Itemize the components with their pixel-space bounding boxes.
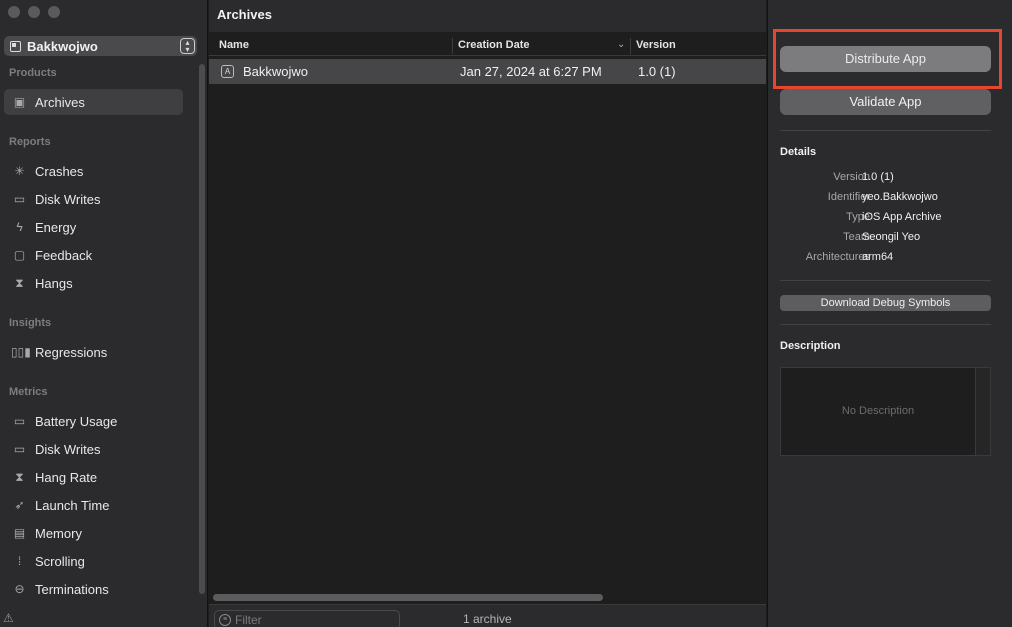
detail-value: yeo.Bakkwojwo	[862, 191, 938, 203]
divider	[780, 280, 991, 281]
sidebar-item-label: Disk Writes	[35, 441, 101, 457]
minimize-window-button[interactable]	[28, 6, 40, 18]
archives-pane: Archives Name Creation Date ⌄ Version A …	[209, 0, 766, 627]
row-creation-date: Jan 27, 2024 at 6:27 PM	[460, 64, 602, 79]
warning-icon[interactable]: ⚠	[3, 611, 14, 625]
inspector-pane: Distribute App Validate App Details Vers…	[767, 0, 1012, 627]
column-separator	[452, 38, 453, 54]
disk-icon: ▭	[13, 192, 26, 206]
sidebar-item-disk-writes-metric[interactable]: ▭ Disk Writes	[4, 436, 183, 462]
sidebar-item-label: Hangs	[35, 275, 73, 291]
sidebar-item-label: Feedback	[35, 247, 93, 263]
scroll-icon: ⁞	[17, 554, 22, 568]
sidebar-item-label: Energy	[35, 219, 77, 235]
sidebar-item-label: Launch Time	[35, 497, 110, 513]
detail-value: iOS App Archive	[862, 211, 942, 223]
bolt-icon: ϟ	[16, 220, 23, 234]
bottom-bar: ≡ Filter 1 archive	[209, 604, 766, 627]
row-name: Bakkwojwo	[243, 64, 309, 79]
details-title: Details	[780, 146, 817, 158]
speech-bubble-icon: ▢	[13, 248, 26, 262]
memory-chip-icon: ▤	[13, 526, 26, 540]
app-archive-icon: A	[221, 65, 234, 78]
validate-app-button[interactable]: Validate App	[780, 89, 991, 115]
sidebar-item-archives[interactable]: ▣ Archives	[4, 89, 183, 115]
download-debug-symbols-button[interactable]: Download Debug Symbols	[780, 295, 991, 311]
app-selector-label: Bakkwojwo	[27, 38, 98, 54]
divider	[780, 324, 991, 325]
hourglass-icon: ⧗	[15, 275, 24, 290]
hourglass-icon: ⧗	[15, 469, 24, 484]
column-header-creation-date[interactable]: Creation Date	[458, 39, 530, 51]
filter-placeholder: Filter	[235, 613, 262, 627]
sidebar-item-label: Terminations	[35, 581, 109, 597]
sidebar-item-disk-writes[interactable]: ▭ Disk Writes	[4, 186, 183, 212]
section-products: Products	[9, 67, 57, 79]
bar-chart-icon: ▯▯▮	[11, 345, 31, 359]
sidebar-item-terminations[interactable]: ⊖ Terminations	[4, 576, 183, 602]
sidebar-item-crashes[interactable]: ✳ Crashes	[4, 158, 183, 184]
sidebar-item-battery-usage[interactable]: ▭ Battery Usage	[4, 408, 183, 434]
sidebar-item-label: Regressions	[35, 344, 108, 360]
section-reports: Reports	[9, 136, 51, 148]
sidebar-item-energy[interactable]: ϟ Energy	[4, 214, 183, 240]
app-selector[interactable]: Bakkwojwo ▴ ▾	[4, 36, 197, 56]
column-header-name[interactable]: Name	[219, 39, 249, 51]
detail-architectures: Architectures arm64	[780, 251, 1000, 267]
detail-value: Seongil Yeo	[862, 231, 921, 243]
sidebar-item-label: Scrolling	[35, 553, 85, 569]
detail-value: 1.0 (1)	[862, 171, 894, 183]
sidebar-item-label: Battery Usage	[35, 413, 118, 429]
column-separator	[630, 38, 631, 54]
distribute-app-button[interactable]: Distribute App	[780, 46, 991, 72]
sidebar-item-hang-rate[interactable]: ⧗ Hang Rate	[4, 464, 183, 490]
page-title: Archives	[209, 0, 766, 32]
sidebar-scrollbar[interactable]	[199, 64, 205, 594]
filter-icon: ≡	[219, 614, 231, 626]
window-controls	[8, 6, 60, 18]
sidebar: Bakkwojwo ▴ ▾ Products ▣ Archives Reports…	[0, 0, 208, 627]
detail-version: Version 1.0 (1)	[780, 171, 1000, 187]
detail-type: Type iOS App Archive	[780, 211, 1000, 227]
archive-icon: ▣	[13, 95, 26, 109]
detail-value: arm64	[862, 251, 894, 263]
sidebar-item-hangs[interactable]: ⧗ Hangs	[4, 270, 183, 296]
description-title: Description	[780, 340, 841, 352]
rocket-icon: ➶	[14, 498, 25, 512]
table-row[interactable]: A Bakkwojwo Jan 27, 2024 at 6:27 PM 1.0 …	[209, 59, 766, 84]
table-header: Name Creation Date ⌄ Version	[209, 36, 766, 56]
sidebar-item-label: Memory	[35, 525, 82, 541]
detail-identifier: Identifier yeo.Bakkwojwo	[780, 191, 1000, 207]
sidebar-item-launch-time[interactable]: ➶ Launch Time	[4, 492, 183, 518]
sidebar-item-label: Archives	[35, 94, 85, 110]
battery-icon: ▭	[13, 414, 26, 428]
minus-circle-icon: ⊖	[14, 582, 25, 596]
sidebar-item-label: Crashes	[35, 163, 84, 179]
crash-icon: ✳	[14, 164, 25, 178]
sidebar-item-regressions[interactable]: ▯▯▮ Regressions	[4, 339, 183, 365]
disk-icon: ▭	[13, 442, 26, 456]
divider	[780, 130, 991, 131]
sidebar-item-scrolling[interactable]: ⁞ Scrolling	[4, 548, 183, 574]
section-metrics: Metrics	[9, 386, 48, 398]
sidebar-item-memory[interactable]: ▤ Memory	[4, 520, 183, 546]
chevron-down-icon: ⌄	[617, 39, 626, 50]
sidebar-item-label: Hang Rate	[35, 469, 98, 485]
section-insights: Insights	[9, 317, 52, 329]
close-window-button[interactable]	[8, 6, 20, 18]
detail-key: Architectures	[805, 251, 870, 263]
up-down-chevron-icon: ▴ ▾	[180, 38, 195, 54]
zoom-window-button[interactable]	[48, 6, 60, 18]
horizontal-scrollbar[interactable]	[213, 594, 603, 601]
column-header-version[interactable]: Version	[636, 39, 676, 51]
row-version: 1.0 (1)	[638, 64, 676, 79]
archive-count: 1 archive	[463, 612, 512, 626]
app-icon	[10, 40, 21, 52]
description-field[interactable]: No Description	[780, 367, 976, 456]
detail-team: Team Seongil Yeo	[780, 231, 1000, 247]
sidebar-item-label: Disk Writes	[35, 191, 101, 207]
filter-input[interactable]: ≡ Filter	[214, 610, 400, 627]
sidebar-item-feedback[interactable]: ▢ Feedback	[4, 242, 183, 268]
description-scrollbar[interactable]	[976, 367, 991, 456]
